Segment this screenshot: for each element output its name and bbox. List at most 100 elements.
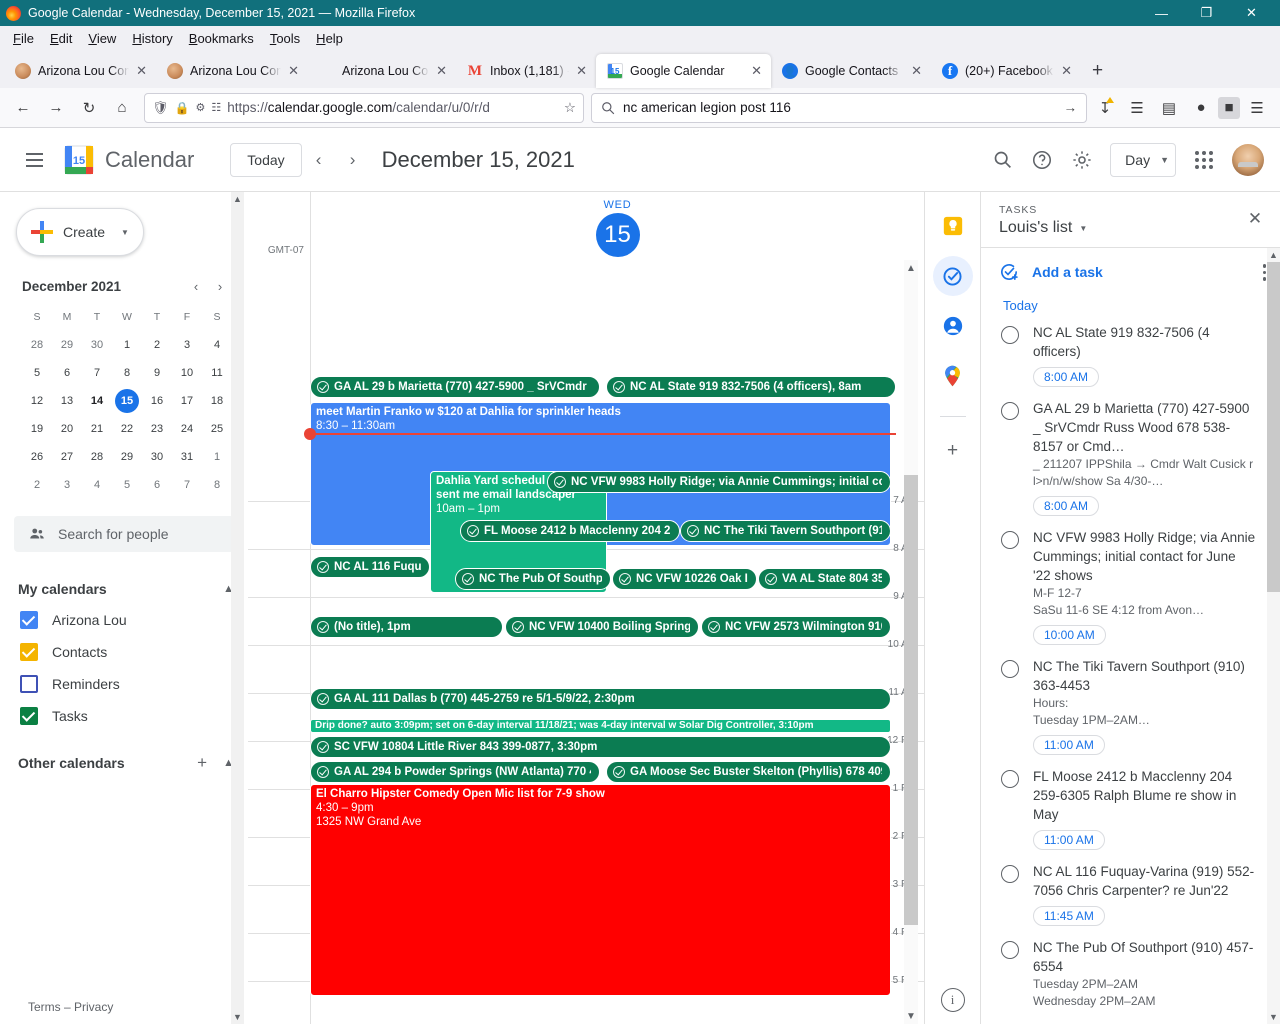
view-mode-select[interactable]: Day ▼: [1110, 142, 1176, 177]
maps-icon[interactable]: [933, 356, 973, 396]
calendar-event[interactable]: NC VFW 9983 Holly Ridge; via Annie Cummi…: [547, 471, 891, 493]
scroll-up-icon[interactable]: ▲: [231, 192, 244, 206]
previous-period-icon[interactable]: ‹: [302, 143, 336, 177]
mini-cal-day[interactable]: 15: [112, 388, 142, 414]
close-tab-icon[interactable]: ✕: [911, 63, 922, 79]
settings-gear-icon[interactable]: [1062, 140, 1102, 180]
task-complete-checkbox[interactable]: [1001, 326, 1019, 344]
mini-cal-day[interactable]: 7: [82, 360, 112, 386]
task-item[interactable]: NC AL 116 Fuquay-Varina (919) 552-7056 C…: [981, 856, 1280, 932]
scrollbar-thumb[interactable]: [1267, 262, 1280, 592]
mini-cal-day[interactable]: 18: [202, 388, 232, 414]
mini-cal-day[interactable]: 13: [52, 388, 82, 414]
menu-help[interactable]: Help: [309, 29, 350, 48]
task-complete-checkbox[interactable]: [1001, 770, 1019, 788]
mini-cal-day[interactable]: 2: [22, 472, 52, 498]
close-tab-icon[interactable]: ✕: [288, 63, 299, 79]
menu-tools[interactable]: Tools: [263, 29, 307, 48]
day-number-badge[interactable]: 15: [595, 213, 640, 257]
task-time-chip[interactable]: 11:45 AM: [1033, 906, 1105, 926]
close-tab-icon[interactable]: ✕: [1061, 63, 1072, 79]
mini-cal-day[interactable]: 11: [202, 360, 232, 386]
keep-icon[interactable]: [933, 206, 973, 246]
create-button[interactable]: Create ▼: [16, 208, 144, 256]
help-icon[interactable]: [1022, 140, 1062, 180]
mini-cal-day[interactable]: 20: [52, 416, 82, 442]
mini-cal-day[interactable]: 6: [142, 472, 172, 498]
task-complete-checkbox[interactable]: [1001, 865, 1019, 883]
browser-tab[interactable]: Arizona Lou Comedy ✕: [308, 54, 456, 88]
forward-button[interactable]: →: [41, 93, 71, 123]
mini-cal-day[interactable]: 14: [82, 388, 112, 414]
contacts-icon[interactable]: [933, 306, 973, 346]
scroll-down-icon[interactable]: ▼: [231, 1010, 244, 1024]
calendar-event[interactable]: SC VFW 10804 Little River 843 399-0877, …: [310, 736, 891, 758]
maximize-button[interactable]: ❐: [1184, 0, 1229, 26]
mini-cal-day[interactable]: 7: [172, 472, 202, 498]
mini-cal-day[interactable]: 30: [142, 444, 172, 470]
today-button[interactable]: Today: [230, 142, 302, 177]
library-icon[interactable]: ☰: [1122, 93, 1152, 123]
app-menu-icon[interactable]: ☰: [1242, 93, 1272, 123]
tasks-list-selector[interactable]: Louis's list ▼: [999, 219, 1266, 237]
calendar-event[interactable]: NC VFW 2573 Wilmington 910: [701, 616, 891, 638]
scrollbar-thumb[interactable]: [904, 475, 918, 925]
task-item[interactable]: NC AL State 919 832-7506 (4 officers) 8:0…: [981, 317, 1280, 393]
mini-calendar-grid[interactable]: S M T W T F S 28 29 30 1 2 3 4 5 6 7 8 9 10 11 12 13 14 15 16 17 18…: [22, 304, 232, 498]
menu-file[interactable]: File: [6, 29, 41, 48]
checkbox-checked[interactable]: [20, 643, 38, 661]
task-time-chip[interactable]: 8:00 AM: [1033, 367, 1100, 387]
calendar-event[interactable]: NC VFW 10226 Oak Is: [612, 568, 757, 590]
calendar-event[interactable]: VA AL State 804 353-: [758, 568, 891, 590]
calendar-toggle-row[interactable]: Arizona Lou: [18, 604, 234, 636]
checkbox-checked[interactable]: [20, 707, 38, 725]
calendar-event[interactable]: NC AL State 919 832-7506 (4 officers), 8…: [606, 376, 896, 398]
downloads-icon[interactable]: ↧: [1090, 93, 1120, 123]
mini-cal-day[interactable]: 27: [52, 444, 82, 470]
browser-tab[interactable]: Arizona Lou Come ✕: [4, 54, 156, 88]
bookmark-star-icon[interactable]: ☆: [564, 100, 576, 116]
close-tab-icon[interactable]: ✕: [136, 63, 147, 79]
menu-edit[interactable]: Edit: [43, 29, 79, 48]
calendar-event[interactable]: Drip done? auto 3:09pm; set on 6-day int…: [310, 719, 891, 733]
browser-tab[interactable]: Arizona Lou Come ✕: [156, 54, 308, 88]
calendar-event[interactable]: NC AL 116 Fuqu: [310, 556, 430, 578]
mini-cal-day[interactable]: 3: [52, 472, 82, 498]
address-bar[interactable]: 🛡 🔒 ⚙ ☷ https://calendar.google.com/cale…: [144, 92, 584, 123]
tasks-scrollbar[interactable]: ▲ ▼: [1267, 248, 1280, 1024]
mini-cal-day[interactable]: 24: [172, 416, 202, 442]
account-icon[interactable]: ■: [1218, 96, 1240, 119]
tasks-icon[interactable]: [932, 256, 973, 296]
mini-cal-day[interactable]: 6: [52, 360, 82, 386]
mini-cal-day[interactable]: 5: [112, 472, 142, 498]
task-complete-checkbox[interactable]: [1001, 660, 1019, 678]
mini-cal-day[interactable]: 23: [142, 416, 172, 442]
home-button[interactable]: ⌂: [107, 93, 137, 123]
menu-view[interactable]: View: [81, 29, 123, 48]
task-item[interactable]: NC The Tiki Tavern Southport (910) 363-4…: [981, 651, 1280, 761]
calendar-event[interactable]: GA AL 29 b Marietta (770) 427-5900 _ SrV…: [310, 376, 600, 398]
mini-cal-day[interactable]: 10: [172, 360, 202, 386]
task-item[interactable]: NC The Pub Of Southport (910) 457-6554 Tu…: [981, 932, 1280, 1016]
mini-prev-month-icon[interactable]: ‹: [184, 274, 208, 298]
mini-cal-day[interactable]: 4: [82, 472, 112, 498]
scroll-down-icon[interactable]: ▼: [904, 1008, 918, 1024]
mini-cal-day[interactable]: 31: [172, 444, 202, 470]
browser-tab[interactable]: 15 Google Calendar ✕: [596, 54, 771, 88]
day-column-header[interactable]: WED 15: [310, 192, 924, 260]
task-time-chip[interactable]: 8:00 AM: [1033, 496, 1100, 516]
user-avatar[interactable]: [1232, 143, 1264, 176]
mini-cal-day[interactable]: 12: [22, 388, 52, 414]
menu-history[interactable]: History: [125, 29, 179, 48]
minimize-button[interactable]: —: [1139, 0, 1184, 26]
terms-privacy-link[interactable]: Terms – Privacy: [28, 1000, 113, 1014]
new-tab-button[interactable]: +: [1081, 61, 1114, 80]
close-icon[interactable]: ✕: [1242, 206, 1268, 232]
mini-cal-day[interactable]: 28: [22, 332, 52, 358]
calendar-toggle-row[interactable]: Contacts: [18, 636, 234, 668]
mini-cal-day[interactable]: 16: [142, 388, 172, 414]
search-people-input[interactable]: Search for people: [14, 516, 234, 552]
mini-cal-day[interactable]: 30: [82, 332, 112, 358]
mini-cal-day[interactable]: 21: [82, 416, 112, 442]
mini-cal-day[interactable]: 29: [52, 332, 82, 358]
